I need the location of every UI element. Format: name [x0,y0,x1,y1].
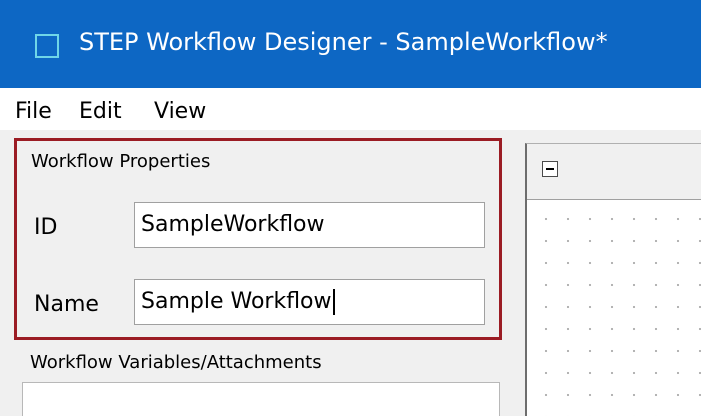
id-input[interactable]: SampleWorkflow [134,202,485,248]
workflow-properties-title: Workflow Properties [31,151,211,172]
designer-canvas[interactable] [525,143,701,416]
menu-file[interactable]: File [15,99,52,124]
name-input-value: Sample Workflow [141,289,332,314]
id-label: ID [34,215,58,240]
app-icon [35,34,59,58]
menu-bar: File Edit View [0,88,701,130]
workflow-variables-list[interactable] [22,382,500,416]
properties-panel: Workflow Properties ID SampleWorkflow Na… [0,130,513,416]
text-cursor [332,289,335,315]
window-title: STEP Workflow Designer - SampleWorkflow* [79,28,608,56]
workflow-variables-label: Workflow Variables/Attachments [30,352,322,373]
title-bar[interactable]: STEP Workflow Designer - SampleWorkflow* [0,0,701,88]
id-input-value: SampleWorkflow [141,212,325,237]
menu-view[interactable]: View [154,99,206,124]
panel-splitter[interactable] [513,130,525,416]
menu-edit[interactable]: Edit [79,99,122,124]
workflow-properties-group: Workflow Properties ID SampleWorkflow Na… [14,138,502,340]
collapse-icon[interactable] [542,161,558,177]
app-window: STEP Workflow Designer - SampleWorkflow*… [0,0,701,416]
name-input[interactable]: Sample Workflow [134,279,485,325]
canvas-grid[interactable] [527,200,701,416]
canvas-header [527,144,701,200]
name-label: Name [34,292,99,317]
